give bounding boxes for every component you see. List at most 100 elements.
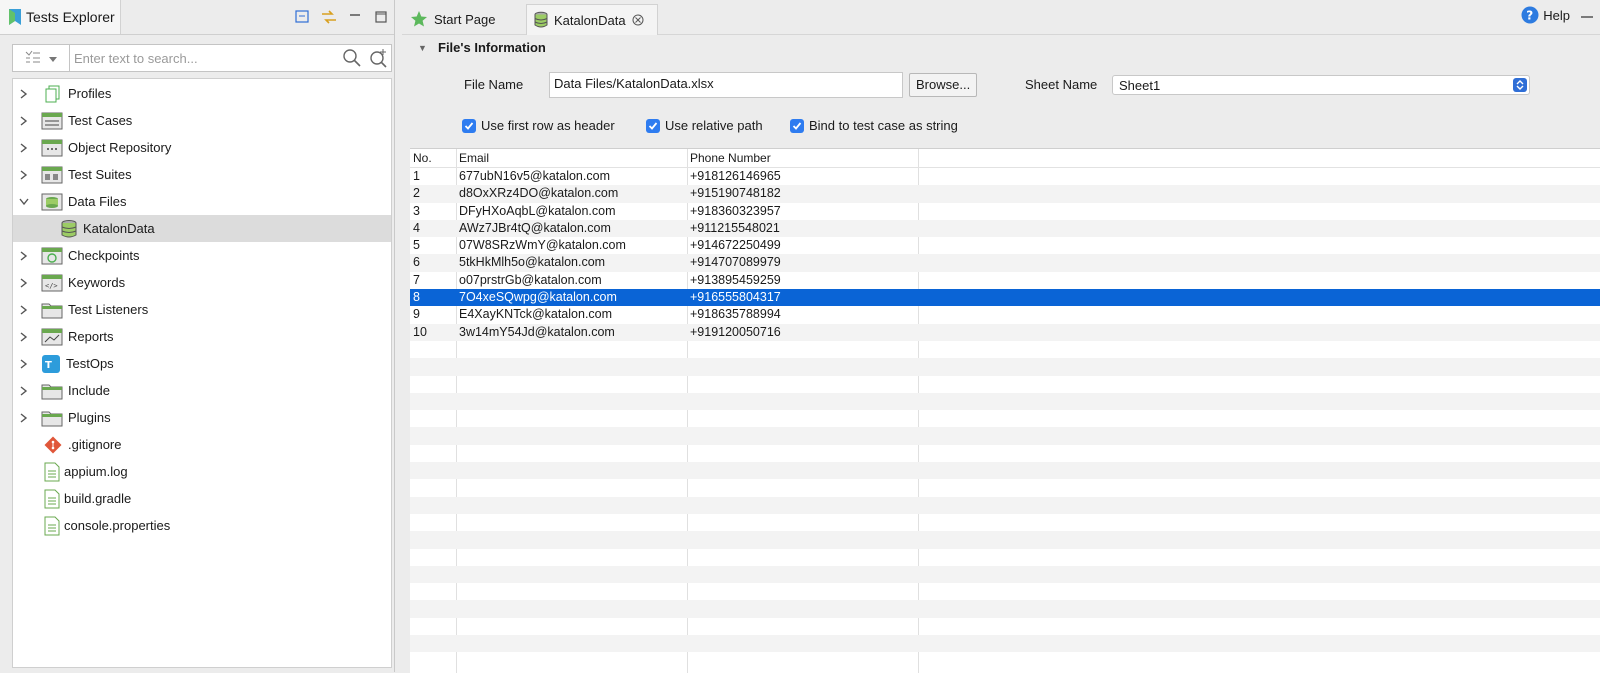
link-with-editor-icon[interactable] [316, 8, 342, 26]
cell-phone-number[interactable]: +918635788994 [690, 307, 781, 321]
table-row[interactable]: 9 E4XayKNTck@katalon.com +918635788994 [410, 306, 1600, 323]
chevron-right-icon[interactable] [17, 161, 31, 188]
cell-email[interactable]: 3w14mY54Jd@katalon.com [459, 325, 615, 339]
collapse-all-icon[interactable] [290, 8, 316, 26]
tree-item-test-listeners[interactable]: Test Listeners [13, 296, 391, 323]
chevron-right-icon[interactable] [17, 377, 31, 404]
table-row[interactable]: 8 7O4xeSQwpg@katalon.com +916555804317 [410, 289, 1600, 307]
cell-phone-number[interactable]: +916555804317 [690, 290, 781, 304]
search-icon[interactable] [339, 45, 365, 71]
table-row[interactable]: 6 5tkHkMlh5o@katalon.com +914707089979 [410, 254, 1600, 272]
minimize-icon[interactable] [342, 8, 368, 26]
tree-item-data-files[interactable]: Data Files [13, 188, 391, 215]
maximize-icon[interactable] [368, 8, 394, 26]
table-row[interactable]: 4 AWz7JBr4tQ@katalon.com +911215548021 [410, 219, 1600, 238]
tree-item-gitignore[interactable]: .gitignore [13, 431, 391, 458]
column-header-no[interactable]: No. [413, 151, 432, 165]
cell-phone-number[interactable]: +914672250499 [690, 238, 781, 252]
chevron-right-icon[interactable] [17, 350, 31, 377]
tab-tests-explorer[interactable]: Tests Explorer [0, 0, 121, 34]
browse-button[interactable]: Browse... [909, 73, 978, 97]
test-cases-icon [41, 111, 63, 131]
tree-item-reports[interactable]: Reports [13, 323, 391, 350]
tree-item-katalondata[interactable]: KatalonData [13, 215, 391, 242]
tree-item-label: Test Listeners [68, 302, 149, 317]
chevron-right-icon[interactable] [17, 269, 31, 296]
tree-item-console-properties[interactable]: console.properties [13, 512, 391, 539]
cell-email[interactable]: 5tkHkMlh5o@katalon.com [459, 255, 605, 269]
chevron-right-icon[interactable] [17, 242, 31, 269]
tree-item-keywords[interactable]: </> Keywords [13, 269, 391, 296]
cell-no[interactable]: 10 [413, 325, 427, 339]
column-header-email[interactable]: Email [459, 151, 489, 165]
cell-no[interactable]: 2 [413, 186, 420, 200]
table-row[interactable]: 3 DFyHXoAqbL@katalon.com +918360323957 [410, 203, 1600, 220]
cell-phone-number[interactable]: +919120050716 [690, 325, 781, 339]
tab-start-page[interactable]: Start Page [406, 4, 516, 34]
cell-email[interactable]: DFyHXoAqbL@katalon.com [459, 204, 616, 218]
chevron-right-icon[interactable] [17, 323, 31, 350]
tree-item-object-repository[interactable]: Object Repository [13, 134, 391, 161]
help-button[interactable]: ? Help [1521, 6, 1570, 24]
tree-item-checkpoints[interactable]: Checkpoints [13, 242, 391, 269]
chevron-right-icon[interactable] [17, 404, 31, 431]
chevron-right-icon[interactable] [17, 107, 31, 134]
cell-phone-number[interactable]: +913895459259 [690, 273, 781, 287]
checkbox-use-relative-path[interactable]: Use relative path [646, 118, 763, 133]
cell-no[interactable]: 6 [413, 255, 420, 269]
cell-phone-number[interactable]: +918126146965 [690, 169, 781, 183]
tree-item-plugins[interactable]: Plugins [13, 404, 391, 431]
table-row[interactable]: 1 677ubN16v5@katalon.com +918126146965 [410, 168, 1600, 185]
cell-no[interactable]: 1 [413, 169, 420, 183]
chevron-right-icon[interactable] [17, 80, 31, 107]
close-icon[interactable] [632, 14, 644, 26]
empty-table-row [410, 565, 1600, 584]
checkbox-label: Use relative path [665, 118, 763, 133]
cell-email[interactable]: d8OxXRz4DO@katalon.com [459, 186, 618, 200]
cell-no[interactable]: 8 [413, 290, 420, 304]
tree-item-testops[interactable]: T TestOps [13, 350, 391, 377]
table-row[interactable]: 10 3w14mY54Jd@katalon.com +919120050716 [410, 323, 1600, 341]
checkbox-bind-to-test-case-as-string[interactable]: Bind to test case as string [790, 118, 958, 133]
empty-table-row [410, 496, 1600, 514]
cell-email[interactable]: AWz7JBr4tQ@katalon.com [459, 221, 611, 235]
tab-katalondata[interactable]: KatalonData [526, 4, 658, 35]
table-row[interactable]: 2 d8OxXRz4DO@katalon.com +915190748182 [410, 185, 1600, 203]
cell-phone-number[interactable]: +918360323957 [690, 204, 781, 218]
advanced-search-icon[interactable] [365, 45, 391, 71]
tree-item-profiles[interactable]: Profiles [13, 80, 391, 107]
cell-phone-number[interactable]: +915190748182 [690, 186, 781, 200]
chevron-right-icon[interactable] [17, 134, 31, 161]
filter-button[interactable] [13, 45, 70, 71]
editor-area: Start Page KatalonData ? Help ▼ File's I… [402, 0, 1600, 673]
cell-email[interactable]: E4XayKNTck@katalon.com [459, 307, 612, 321]
editor-minimize-icon[interactable] [1580, 10, 1594, 25]
cell-phone-number[interactable]: +914707089979 [690, 255, 781, 269]
section-collapse-icon[interactable]: ▼ [418, 43, 427, 53]
cell-no[interactable]: 5 [413, 238, 420, 252]
file-name-field[interactable]: Data Files/KatalonData.xlsx [549, 72, 903, 98]
cell-no[interactable]: 9 [413, 307, 420, 321]
search-input[interactable] [70, 49, 339, 67]
cell-no[interactable]: 3 [413, 204, 420, 218]
table-row[interactable]: 5 07W8SRzWmY@katalon.com +914672250499 [410, 237, 1600, 254]
cell-email[interactable]: 677ubN16v5@katalon.com [459, 169, 610, 183]
sheet-name-select[interactable]: Sheet1 [1112, 75, 1530, 95]
cell-email[interactable]: 07W8SRzWmY@katalon.com [459, 238, 626, 252]
cell-no[interactable]: 4 [413, 221, 420, 235]
cell-phone-number[interactable]: +911215548021 [690, 221, 780, 235]
empty-table-row [410, 462, 1600, 480]
column-header-phone-number[interactable]: Phone Number [690, 151, 771, 165]
table-row[interactable]: 7 o07prstrGb@katalon.com +913895459259 [410, 272, 1600, 289]
tree-item-build-gradle[interactable]: build.gradle [13, 485, 391, 512]
cell-no[interactable]: 7 [413, 273, 420, 287]
chevron-down-icon[interactable] [17, 188, 31, 215]
tree-item-test-cases[interactable]: Test Cases [13, 107, 391, 134]
tree-item-appium-log[interactable]: appium.log [13, 458, 391, 485]
tree-item-include[interactable]: Include [13, 377, 391, 404]
checkbox-use-first-row-as-header[interactable]: Use first row as header [462, 118, 615, 133]
cell-email[interactable]: o07prstrGb@katalon.com [459, 273, 602, 287]
cell-email[interactable]: 7O4xeSQwpg@katalon.com [459, 290, 617, 304]
tree-item-test-suites[interactable]: Test Suites [13, 161, 391, 188]
chevron-right-icon[interactable] [17, 296, 31, 323]
